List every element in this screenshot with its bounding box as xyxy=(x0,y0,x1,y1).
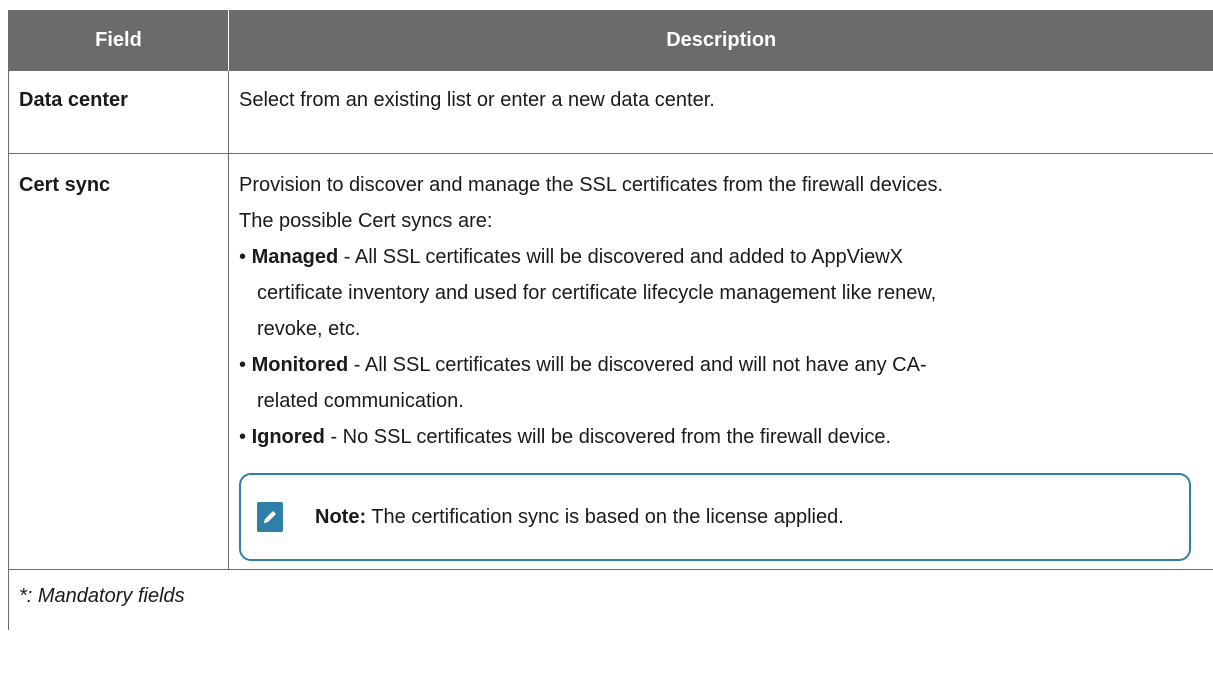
mandatory-fields-note: *: Mandatory fields xyxy=(8,569,1213,630)
column-header-field: Field xyxy=(8,10,229,71)
note-body: The certification sync is based on the l… xyxy=(366,506,844,528)
list-item: • Ignored - No SSL certificates will be … xyxy=(239,419,1203,455)
bullet-text-continued: related communication. xyxy=(257,390,464,412)
pencil-note-icon xyxy=(257,502,283,532)
bullet-text: - All SSL certificates will be discovere… xyxy=(338,246,904,268)
column-header-description: Description xyxy=(228,10,1213,71)
bullet-term: Managed xyxy=(251,246,339,268)
table-row: Cert sync Provision to discover and mana… xyxy=(8,153,1213,570)
bullet-text-continued: revoke, etc. xyxy=(257,318,361,340)
bullet-text: - All SSL certificates will be discovere… xyxy=(348,354,927,376)
field-description-table-container: Field Description Data center Select fro… xyxy=(8,10,1213,630)
bullet-glyph: • xyxy=(239,354,252,376)
field-name: Cert sync xyxy=(8,153,229,570)
bullet-term: Ignored xyxy=(251,426,325,448)
table-footer-row: *: Mandatory fields xyxy=(8,569,1213,630)
bullet-glyph: • xyxy=(239,246,252,268)
table-header-row: Field Description xyxy=(8,10,1213,71)
description-intro: Provision to discover and manage the SSL… xyxy=(239,174,944,196)
field-description: Provision to discover and manage the SSL… xyxy=(228,153,1213,570)
description-intro-2: The possible Cert syncs are: xyxy=(239,210,493,232)
bullet-text: - No SSL certificates will be discovered… xyxy=(324,426,892,448)
list-item: • Monitored - All SSL certificates will … xyxy=(239,347,1203,419)
table-row: Data center Select from an existing list… xyxy=(8,70,1213,154)
note-callout: Note: The certification sync is based on… xyxy=(239,473,1191,561)
field-description: Select from an existing list or enter a … xyxy=(228,70,1213,154)
field-name: Data center xyxy=(8,70,229,154)
bullet-text-continued: certificate inventory and used for certi… xyxy=(257,282,937,304)
field-description-table: Field Description Data center Select fro… xyxy=(8,10,1213,630)
bullet-glyph: • xyxy=(239,426,252,448)
note-label: Note: xyxy=(315,506,367,528)
list-item: • Managed - All SSL certificates will be… xyxy=(239,239,1203,347)
note-text: Note: The certification sync is based on… xyxy=(315,499,844,535)
bullet-term: Monitored xyxy=(251,354,349,376)
